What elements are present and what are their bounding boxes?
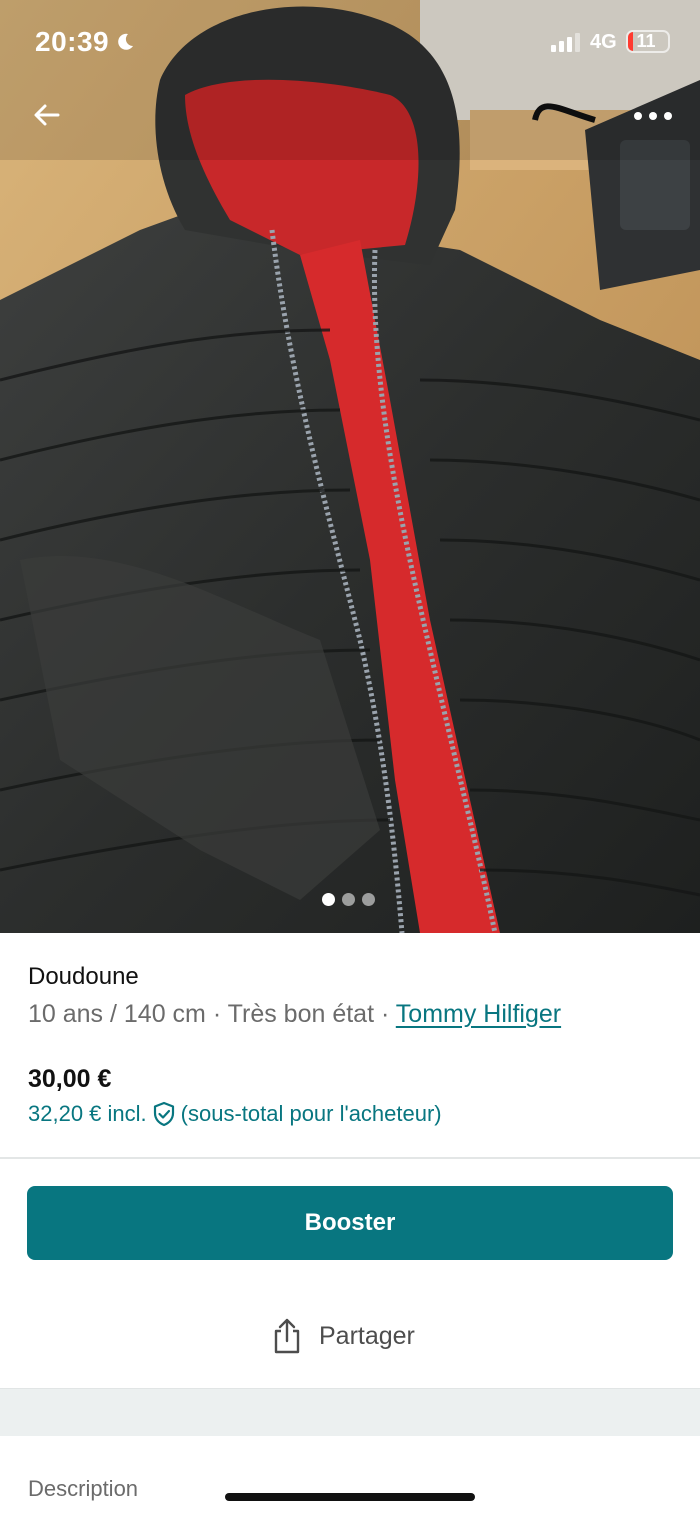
description-label: Description — [28, 1476, 139, 1501]
more-options-button[interactable] — [626, 96, 680, 136]
home-indicator[interactable] — [225, 1493, 475, 1501]
price-incl: 32,20 € incl. — [28, 1101, 147, 1126]
item-price: 30,00 € — [28, 1065, 112, 1093]
signal-icon — [551, 33, 580, 52]
item-photo[interactable]: 20:39 4G 11 — [0, 0, 700, 933]
share-icon — [274, 1318, 300, 1354]
item-size: 10 ans / 140 cm — [28, 1000, 206, 1028]
meta-separator-2: · — [374, 1000, 396, 1028]
price-incl-row[interactable]: 32,20 € incl. (sous-total pour l'acheteu… — [28, 1101, 442, 1127]
more-options-icon — [634, 112, 672, 120]
pager-dot-1[interactable] — [322, 893, 335, 906]
back-button[interactable] — [24, 92, 70, 138]
jacket-photo — [0, 0, 700, 933]
battery-icon: 11 — [626, 30, 670, 53]
item-title: Doudoune — [28, 963, 139, 990]
back-arrow-icon — [34, 104, 60, 126]
price-incl-note: (sous-total pour l'acheteur) — [180, 1101, 442, 1126]
divider — [0, 1157, 700, 1159]
network-type: 4G — [590, 31, 617, 53]
photo-pager — [322, 893, 375, 906]
section-separator — [0, 1388, 700, 1436]
moon-icon — [118, 33, 134, 50]
item-condition: Très bon état — [227, 1000, 375, 1028]
status-time: 20:39 — [35, 26, 135, 58]
item-meta: 10 ans / 140 cm · Très bon état · Tommy … — [28, 1000, 561, 1029]
pager-dot-2[interactable] — [342, 893, 355, 906]
shield-check-icon — [153, 1101, 174, 1127]
share-label: Partager — [319, 1321, 415, 1350]
share-button[interactable]: Partager — [271, 1313, 415, 1359]
pager-dot-3[interactable] — [362, 893, 375, 906]
battery-percent: 11 — [636, 31, 656, 51]
status-bar: 20:39 4G 11 — [0, 0, 700, 86]
status-time-text: 20:39 — [35, 26, 110, 57]
booster-button[interactable]: Booster — [27, 1186, 673, 1260]
brand-link[interactable]: Tommy Hilfiger — [396, 1000, 561, 1028]
meta-separator-1: · — [205, 1000, 228, 1028]
